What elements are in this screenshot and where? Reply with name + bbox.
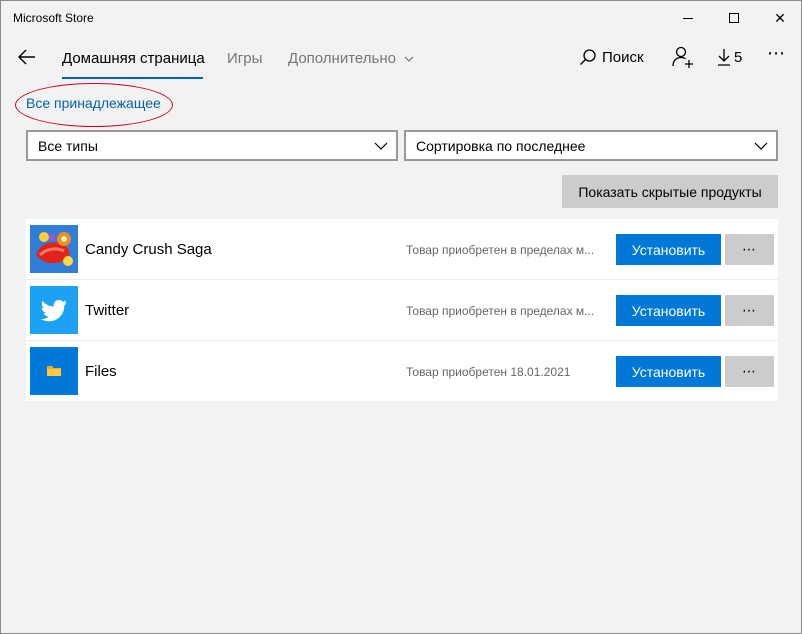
chevron-down-icon	[374, 142, 388, 150]
user-add-icon[interactable]	[671, 45, 695, 69]
tab-more-label: Дополнительно	[288, 50, 396, 67]
install-button[interactable]: Установить	[616, 356, 721, 387]
search-icon	[580, 49, 596, 65]
list-item[interactable]: Files Товар приобретен 18.01.2021 Устано…	[26, 341, 778, 402]
chevron-down-icon	[404, 56, 414, 62]
downloads-button[interactable]: 5	[717, 48, 742, 66]
sort-value: Сортировка по последнее	[416, 138, 586, 154]
purchase-status: Товар приобретен в пределах м...	[406, 243, 595, 257]
tab-more[interactable]: Дополнительно	[288, 50, 414, 67]
type-filter-value: Все типы	[38, 138, 98, 154]
type-filter-dropdown[interactable]: Все типы	[26, 130, 398, 161]
close-icon: ✕	[774, 9, 786, 26]
more-options-button[interactable]: ⋯	[767, 43, 786, 64]
close-button[interactable]: ✕	[757, 1, 802, 35]
store-window: Microsoft Store ✕ Домашняя страница Игры…	[0, 0, 802, 634]
owned-apps-list: Candy Crush Saga Товар приобретен в пред…	[26, 219, 778, 401]
purchase-status: Товар приобретен 18.01.2021	[406, 365, 571, 379]
download-icon	[718, 49, 730, 66]
downloads-count: 5	[734, 48, 743, 66]
install-button[interactable]: Установить	[616, 295, 721, 326]
app-name: Candy Crush Saga	[85, 241, 212, 258]
list-item[interactable]: Twitter Товар приобретен в пределах м...…	[26, 280, 778, 341]
app-name: Twitter	[85, 302, 130, 319]
maximize-button[interactable]	[711, 1, 757, 35]
show-hidden-products-button[interactable]: Показать скрытые продукты	[562, 175, 778, 208]
sort-dropdown[interactable]: Сортировка по последнее	[404, 130, 778, 161]
active-tab-indicator	[62, 77, 203, 79]
back-arrow-icon[interactable]	[15, 45, 39, 69]
tab-home[interactable]: Домашняя страница	[62, 50, 205, 67]
search-label: Поиск	[602, 48, 644, 66]
item-more-button[interactable]: ⋯	[725, 234, 774, 265]
minimize-button[interactable]	[665, 1, 711, 35]
window-title: Microsoft Store	[13, 11, 94, 25]
candy-crush-icon	[30, 225, 78, 273]
item-more-button[interactable]: ⋯	[725, 356, 774, 387]
maximize-icon	[729, 13, 739, 23]
app-name: Files	[85, 363, 117, 380]
minimize-icon	[683, 17, 693, 19]
annotation-circle	[15, 83, 173, 127]
tab-games[interactable]: Игры	[227, 50, 262, 67]
title-bar: Microsoft Store ✕	[1, 1, 801, 35]
list-item[interactable]: Candy Crush Saga Товар приобретен в пред…	[26, 219, 778, 280]
files-icon	[30, 347, 78, 395]
install-button[interactable]: Установить	[616, 234, 721, 265]
chevron-down-icon	[754, 142, 768, 150]
search-button[interactable]: Поиск	[579, 48, 644, 66]
top-nav: Домашняя страница Игры Дополнительно Пои…	[1, 35, 801, 81]
twitter-icon	[30, 286, 78, 334]
item-more-button[interactable]: ⋯	[725, 295, 774, 326]
purchase-status: Товар приобретен в пределах м...	[406, 304, 595, 318]
